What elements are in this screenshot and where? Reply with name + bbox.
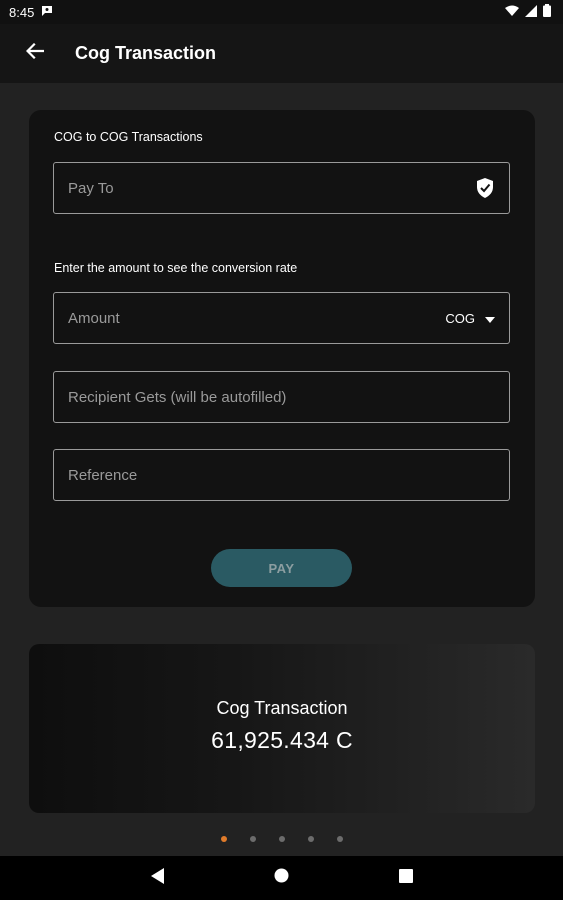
system-nav-bar xyxy=(0,856,563,900)
app-bar: Cog Transaction xyxy=(0,24,563,83)
notification-icon xyxy=(41,5,53,20)
pay-to-input[interactable] xyxy=(68,179,475,197)
pager-dot[interactable] xyxy=(220,836,227,842)
status-time: 8:45 xyxy=(9,4,35,20)
pager-indicator xyxy=(0,836,563,844)
status-bar: 8:45 xyxy=(0,0,563,24)
wifi-icon xyxy=(505,5,519,20)
status-left: 8:45 xyxy=(9,5,53,20)
signal-icon xyxy=(525,4,537,20)
dropdown-arrow-icon xyxy=(485,311,495,326)
currency-select[interactable]: COG xyxy=(445,311,495,326)
arrow-back-icon xyxy=(25,42,45,64)
nav-home-button[interactable] xyxy=(270,866,294,890)
home-circle-icon xyxy=(274,868,289,888)
pager-dot[interactable] xyxy=(336,836,343,842)
form-section-title: COG to COG Transactions xyxy=(54,130,203,144)
transaction-form-card: COG to COG Transactions Enter the amount… xyxy=(29,110,535,607)
recipient-gets-field[interactable] xyxy=(53,371,510,423)
page-title: Cog Transaction xyxy=(75,43,217,63)
pay-button[interactable]: PAY xyxy=(211,549,352,587)
battery-icon xyxy=(543,4,551,20)
currency-value: COG xyxy=(445,310,475,326)
recents-square-icon xyxy=(398,868,413,888)
back-triangle-icon xyxy=(150,867,165,889)
balance-card[interactable]: Cog Transaction 61,925.434 C xyxy=(29,644,535,813)
nav-back-button[interactable] xyxy=(146,866,170,890)
pager-dot[interactable] xyxy=(278,836,285,842)
verified-shield-icon[interactable] xyxy=(475,177,495,199)
pager-dot[interactable] xyxy=(249,836,256,842)
conversion-hint: Enter the amount to see the conversion r… xyxy=(54,261,298,275)
reference-field[interactable] xyxy=(53,449,510,501)
recipient-gets-input[interactable] xyxy=(68,388,495,406)
amount-input[interactable] xyxy=(68,309,446,327)
balance-title: Cog Transaction xyxy=(216,697,348,718)
amount-field[interactable]: COG xyxy=(53,292,510,344)
pager-dot[interactable] xyxy=(307,836,314,842)
reference-input[interactable] xyxy=(68,466,495,484)
nav-recents-button[interactable] xyxy=(394,866,418,890)
back-button[interactable] xyxy=(11,30,59,78)
pay-to-field[interactable] xyxy=(53,162,510,214)
status-right xyxy=(505,4,551,20)
balance-amount: 61,925.434 C xyxy=(211,726,353,753)
